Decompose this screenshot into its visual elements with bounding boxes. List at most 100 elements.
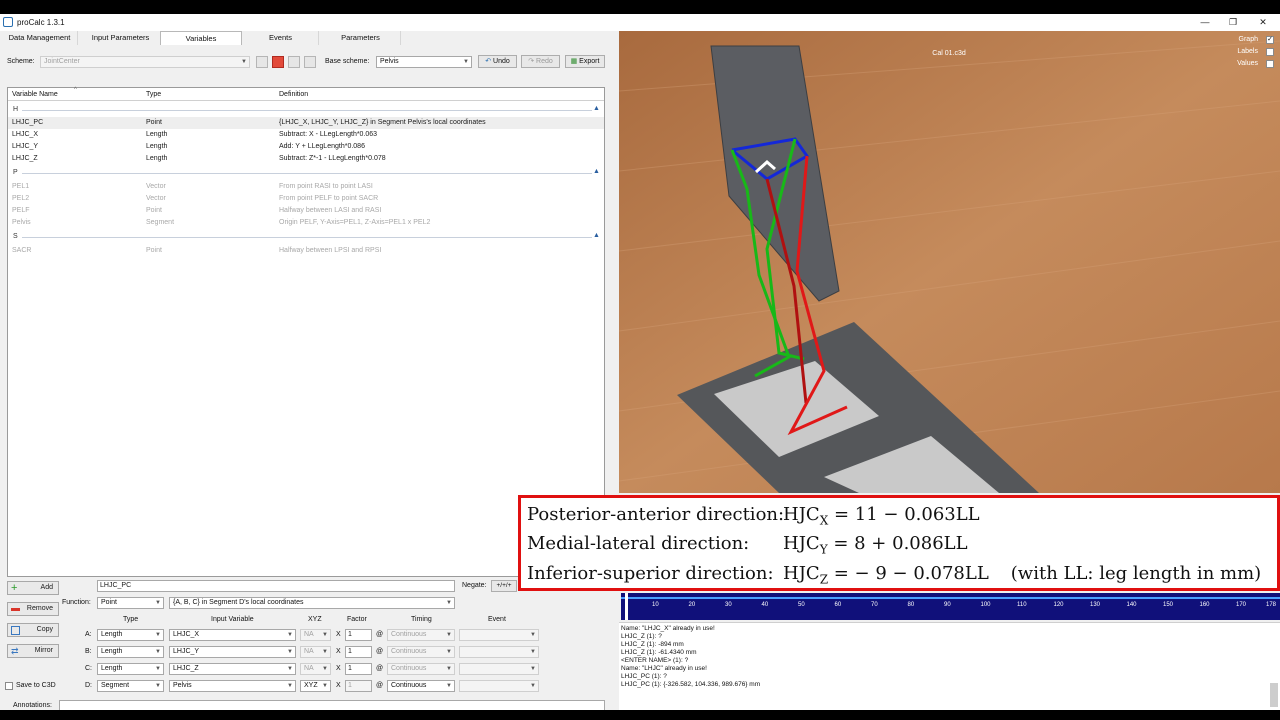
- table-row[interactable]: LHJC_Y Length Add: Y + LLegLength*0.086: [8, 141, 604, 153]
- tab-bar: Data Management Input Parameters Variabl…: [0, 31, 618, 45]
- undo-icon: ↶: [485, 58, 494, 65]
- save-scheme-icon[interactable]: [288, 56, 300, 68]
- labels-checkbox[interactable]: [1266, 48, 1274, 56]
- table-row[interactable]: Pelvis Segment Origin PELF, Y-Axis=PEL1,…: [8, 217, 604, 229]
- param-type-select[interactable]: Length ▼: [97, 629, 164, 641]
- console-output[interactable]: Name: "LHJC_X" already in use! LHJC_Z (1…: [619, 622, 1280, 710]
- formula-note: (with LL: leg length in mm): [1010, 563, 1262, 584]
- negate-button[interactable]: +/+/+: [491, 580, 517, 592]
- function-description-select[interactable]: {A, B, C} in Segment D's local coordinat…: [169, 597, 455, 609]
- copy-button[interactable]: Copy: [7, 623, 59, 637]
- row-name: SACR: [12, 247, 32, 254]
- timeline-cursor[interactable]: [625, 593, 628, 620]
- graph-checkbox[interactable]: ✓: [1266, 36, 1274, 44]
- timeline-tick-label: 80: [907, 602, 915, 608]
- param-input-select[interactable]: LHJC_Z ▼: [169, 663, 296, 675]
- param-factor-input[interactable]: 1: [345, 646, 372, 658]
- param-type-select[interactable]: Length ▼: [97, 663, 164, 675]
- table-row[interactable]: LHJC_Z Length Subtract: Z*-1 - LLegLengt…: [8, 153, 604, 165]
- param-factor-input[interactable]: 1: [345, 680, 372, 692]
- param-factor-input[interactable]: 1: [345, 629, 372, 641]
- param-xyz-select[interactable]: NA ▼: [300, 663, 331, 675]
- param-timing-select[interactable]: Continuous ▼: [387, 646, 455, 658]
- variables-grid[interactable]: Variable Name ^ Type Definition H ▲ LHJC…: [7, 87, 605, 577]
- table-row[interactable]: PEL2 Vector From point PELF to point SAC…: [8, 193, 604, 205]
- plus-icon: +: [11, 582, 18, 594]
- param-input-select[interactable]: LHJC_X ▼: [169, 629, 296, 641]
- restore-icon[interactable]: ❐: [1226, 16, 1240, 28]
- param-factor-input[interactable]: 1: [345, 663, 372, 675]
- param-timing-select[interactable]: Continuous ▼: [387, 680, 455, 692]
- tab-input-parameters[interactable]: Input Parameters: [80, 31, 162, 45]
- factor-column-header: Factor: [347, 616, 367, 623]
- type-column-header: Type: [123, 616, 139, 623]
- scheme-select[interactable]: JointCenter ▼: [40, 56, 250, 68]
- collapse-h-icon[interactable]: ▲: [593, 105, 600, 112]
- variable-name-input[interactable]: LHJC_PC: [97, 580, 455, 592]
- table-row[interactable]: SACR Point Halfway between LPSI and RPSI: [8, 245, 604, 257]
- tab-parameters[interactable]: Parameters: [321, 31, 401, 45]
- remove-button[interactable]: Remove: [7, 602, 59, 616]
- export-button[interactable]: ▦ Export: [565, 55, 605, 68]
- param-event-select[interactable]: ▼: [459, 663, 539, 675]
- tab-data-management[interactable]: Data Management: [2, 31, 78, 45]
- param-timing-select[interactable]: Continuous ▼: [387, 663, 455, 675]
- formula-equation: HJCZ = − 9 − 0.078LL (with LL: leg length…: [783, 563, 1262, 587]
- row-name: LHJC_Z: [12, 155, 38, 162]
- timeline-tick-label: 178: [1266, 602, 1277, 608]
- param-input-select[interactable]: LHJC_Y ▼: [169, 646, 296, 658]
- row-definition: Add: Y + LLegLength*0.086: [279, 143, 365, 150]
- param-event-select[interactable]: ▼: [459, 646, 539, 658]
- table-row[interactable]: PEL1 Vector From point RASI to point LAS…: [8, 181, 604, 193]
- collapse-p-icon[interactable]: ▲: [593, 168, 600, 175]
- console-scrollbar[interactable]: [1270, 683, 1278, 707]
- param-xyz-select[interactable]: NA ▼: [300, 629, 331, 641]
- param-event-select[interactable]: ▼: [459, 629, 539, 641]
- row-name: LHJC_X: [12, 131, 39, 138]
- undo-button[interactable]: ↶ Undo: [478, 55, 517, 68]
- function-select[interactable]: Point ▼: [97, 597, 164, 609]
- tab-events[interactable]: Events: [243, 31, 319, 45]
- tab-variables[interactable]: Variables: [160, 31, 242, 45]
- timeline-tick-label: 140: [1126, 602, 1137, 608]
- console-line: LHJC_Z (1): ?: [621, 633, 662, 640]
- row-type: Point: [146, 247, 162, 254]
- param-xyz-select[interactable]: XYZ ▼: [300, 680, 331, 692]
- mirror-button[interactable]: ⇄ Mirror: [7, 644, 59, 658]
- table-row[interactable]: LHJC_X Length Subtract: X - LLegLength*0…: [8, 129, 604, 141]
- save-to-c3d-checkbox[interactable]: [5, 682, 13, 690]
- table-row[interactable]: LHJC_PC Point {LHJC_X, LHJC_Y, LHJC_Z} i…: [8, 117, 604, 129]
- annotations-input[interactable]: [59, 700, 605, 710]
- values-option-label: Values: [1237, 60, 1258, 67]
- param-event-select[interactable]: ▼: [459, 680, 539, 692]
- column-header-definition[interactable]: Definition: [279, 91, 308, 98]
- close-icon[interactable]: ✕: [1256, 16, 1270, 28]
- table-row[interactable]: PELF Point Halfway between LASI and RASI: [8, 205, 604, 217]
- column-header-type[interactable]: Type: [146, 91, 161, 98]
- formula-label: Medial-lateral direction:: [527, 533, 750, 554]
- delete-scheme-icon[interactable]: [272, 56, 284, 68]
- param-input-select[interactable]: Pelvis ▼: [169, 680, 296, 692]
- timing-column-header: Timing: [411, 616, 432, 623]
- formula-equation: HJCX = 11 − 0.063LL: [783, 504, 980, 528]
- function-label: Function:: [62, 599, 91, 606]
- base-scheme-select[interactable]: Pelvis ▼: [376, 56, 472, 68]
- param-type-select[interactable]: Length ▼: [97, 646, 164, 658]
- redo-button[interactable]: ↷ Redo: [521, 55, 560, 68]
- param-xyz-select[interactable]: NA ▼: [300, 646, 331, 658]
- timeline[interactable]: 10 20 30 40 50 60 70 80 90 100 110 120 130 140 150 160 1…: [621, 593, 1280, 620]
- clear-scheme-icon[interactable]: [304, 56, 316, 68]
- values-checkbox[interactable]: [1266, 60, 1274, 68]
- add-scheme-icon[interactable]: [256, 56, 268, 68]
- column-header-name[interactable]: Variable Name: [12, 91, 58, 98]
- minimize-icon[interactable]: —: [1198, 16, 1212, 28]
- timeline-tick-label: 20: [688, 602, 696, 608]
- param-timing-select[interactable]: Continuous ▼: [387, 629, 455, 641]
- collapse-s-icon[interactable]: ▲: [593, 232, 600, 239]
- viewport-3d[interactable]: Cal 01.c3d Graph ✓ Labels Values: [619, 31, 1280, 493]
- console-line: Name: "LHJC" already in use!: [621, 665, 707, 672]
- add-button[interactable]: + Add: [7, 581, 59, 595]
- param-type-select[interactable]: Segment ▼: [97, 680, 164, 692]
- row-type: Length: [146, 143, 168, 150]
- timeline-tick-label: 130: [1090, 602, 1101, 608]
